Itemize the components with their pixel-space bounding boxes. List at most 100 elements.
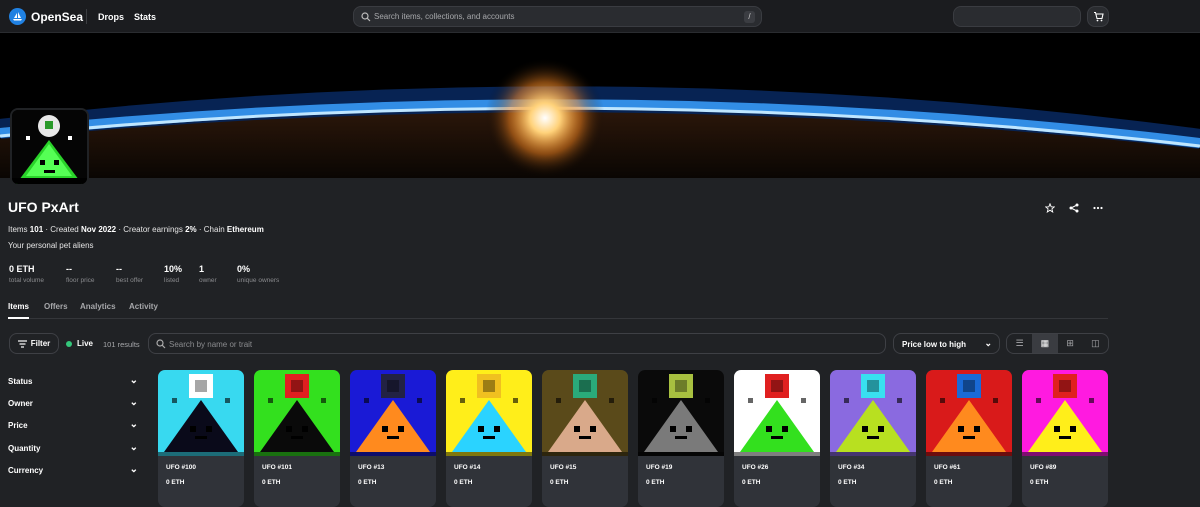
items-label: Items xyxy=(8,225,28,234)
cart-button[interactable] xyxy=(1087,6,1109,27)
list-view-icon[interactable]: ☰ xyxy=(1007,334,1032,353)
facet-currency[interactable]: Currency ⌄ xyxy=(8,464,138,475)
large-grid-view-icon[interactable]: ⊞ xyxy=(1058,334,1083,353)
facet-label: Price xyxy=(8,421,28,430)
chevron-down-icon: ⌄ xyxy=(129,397,138,408)
search-shortcut-key: / xyxy=(744,11,755,23)
stat-best-offer: -- best offer xyxy=(116,264,143,284)
item-image xyxy=(446,370,532,456)
top-navigation-bar: OpenSea Drops Stats Search items, collec… xyxy=(0,0,1200,33)
stat-unique-owners: 0% unique owners xyxy=(237,264,279,284)
collection-avatar xyxy=(10,108,89,186)
more-options-icon[interactable] xyxy=(1091,201,1105,215)
stat-value: 10% xyxy=(164,264,183,274)
facet-quantity[interactable]: Quantity ⌄ xyxy=(8,442,138,453)
stat-label: owner xyxy=(199,277,217,284)
facet-owner[interactable]: Owner ⌄ xyxy=(8,397,138,408)
share-icon[interactable] xyxy=(1067,201,1081,215)
item-price: 0 ETH xyxy=(262,479,281,486)
brand-name[interactable]: OpenSea xyxy=(31,10,83,24)
item-image xyxy=(926,370,1012,456)
item-image xyxy=(158,370,244,456)
stat-label: listed xyxy=(164,277,180,284)
tab-analytics[interactable]: Analytics xyxy=(80,302,116,311)
trait-search-placeholder: Search by name or trait xyxy=(169,340,253,349)
item-price: 0 ETH xyxy=(550,479,569,486)
tab-offers[interactable]: Offers xyxy=(44,302,68,311)
item-card[interactable]: UFO #14 0 ETH xyxy=(446,370,532,507)
tab-activity[interactable]: Activity xyxy=(129,302,158,311)
view-mode-toggle: ☰ ▦ ⊞ ◫ xyxy=(1006,333,1109,354)
live-label: Live xyxy=(77,339,94,348)
stat-value: 0% xyxy=(237,264,251,274)
item-name: UFO #100 xyxy=(166,464,196,471)
search-placeholder: Search items, collections, and accounts xyxy=(374,12,515,21)
stat-floor-price: -- floor price xyxy=(66,264,95,284)
gallery-view-icon[interactable]: ◫ xyxy=(1083,334,1108,353)
collection-banner xyxy=(0,33,1200,178)
item-price: 0 ETH xyxy=(358,479,377,486)
search-icon xyxy=(156,339,166,349)
live-dot-icon xyxy=(66,340,72,347)
nav-divider xyxy=(86,9,87,24)
chevron-down-icon: ⌄ xyxy=(984,338,992,348)
item-name: UFO #101 xyxy=(262,464,292,471)
chain-value: Ethereum xyxy=(226,225,264,234)
stat-listed: 10% listed xyxy=(164,264,182,284)
item-card[interactable]: UFO #100 0 ETH xyxy=(158,370,244,507)
item-name: UFO #89 xyxy=(1030,464,1057,471)
facet-price[interactable]: Price ⌄ xyxy=(8,419,138,430)
tab-items[interactable]: Items xyxy=(8,302,29,311)
item-card[interactable]: UFO #26 0 ETH xyxy=(734,370,820,507)
item-price: 0 ETH xyxy=(1030,479,1049,486)
item-price: 0 ETH xyxy=(934,479,953,486)
item-card[interactable]: UFO #89 0 ETH xyxy=(1022,370,1108,507)
item-image xyxy=(830,370,916,456)
created-label: Created xyxy=(50,225,79,234)
results-count: 101 results xyxy=(103,340,140,349)
item-card[interactable]: UFO #13 0 ETH xyxy=(350,370,436,507)
item-price: 0 ETH xyxy=(646,479,665,486)
filter-icon xyxy=(17,339,27,348)
opensea-logo-icon[interactable] xyxy=(9,8,26,25)
active-tab-underline xyxy=(8,317,29,319)
global-search-input[interactable]: Search items, collections, and accounts … xyxy=(353,6,762,27)
cart-icon xyxy=(1093,11,1104,22)
stat-total-volume: 0 ETH total volume xyxy=(9,264,44,284)
collection-meta: Items 101 · Created Nov 2022 · Creator e… xyxy=(8,225,264,234)
sort-dropdown[interactable]: Price low to high ⌄ xyxy=(893,333,1000,354)
item-price: 0 ETH xyxy=(742,479,761,486)
item-image xyxy=(254,370,340,456)
item-card[interactable]: UFO #15 0 ETH xyxy=(542,370,628,507)
item-image xyxy=(638,370,724,456)
nav-stats[interactable]: Stats xyxy=(134,12,156,22)
filter-button[interactable]: Filter xyxy=(9,333,59,354)
collection-description: Your personal pet aliens xyxy=(8,241,94,250)
account-button[interactable] xyxy=(953,6,1081,27)
facet-label: Currency xyxy=(8,466,44,475)
item-card[interactable]: UFO #61 0 ETH xyxy=(926,370,1012,507)
item-price: 0 ETH xyxy=(166,479,185,486)
facet-label: Status xyxy=(8,377,33,386)
item-name: UFO #13 xyxy=(358,464,385,471)
nav-drops[interactable]: Drops xyxy=(98,12,124,22)
sort-label: Price low to high xyxy=(902,340,967,349)
facet-status[interactable]: Status ⌄ xyxy=(8,375,138,386)
grid-view-icon[interactable]: ▦ xyxy=(1032,334,1058,353)
item-card[interactable]: UFO #34 0 ETH xyxy=(830,370,916,507)
item-name: UFO #19 xyxy=(646,464,673,471)
stat-value: 1 xyxy=(199,264,205,274)
stat-label: best offer xyxy=(116,277,143,284)
item-image xyxy=(350,370,436,456)
trait-search-input[interactable]: Search by name or trait xyxy=(148,333,886,354)
stat-value: 0 ETH xyxy=(9,264,35,274)
item-card[interactable]: UFO #101 0 ETH xyxy=(254,370,340,507)
favorite-star-icon[interactable] xyxy=(1043,201,1057,215)
stat-value: -- xyxy=(116,264,122,274)
creator-earnings-label: Creator earnings xyxy=(123,225,183,234)
item-image xyxy=(734,370,820,456)
item-image xyxy=(1022,370,1108,456)
chevron-down-icon: ⌄ xyxy=(129,464,138,475)
item-card[interactable]: UFO #19 0 ETH xyxy=(638,370,724,507)
collection-title: UFO PxArt xyxy=(8,199,79,215)
